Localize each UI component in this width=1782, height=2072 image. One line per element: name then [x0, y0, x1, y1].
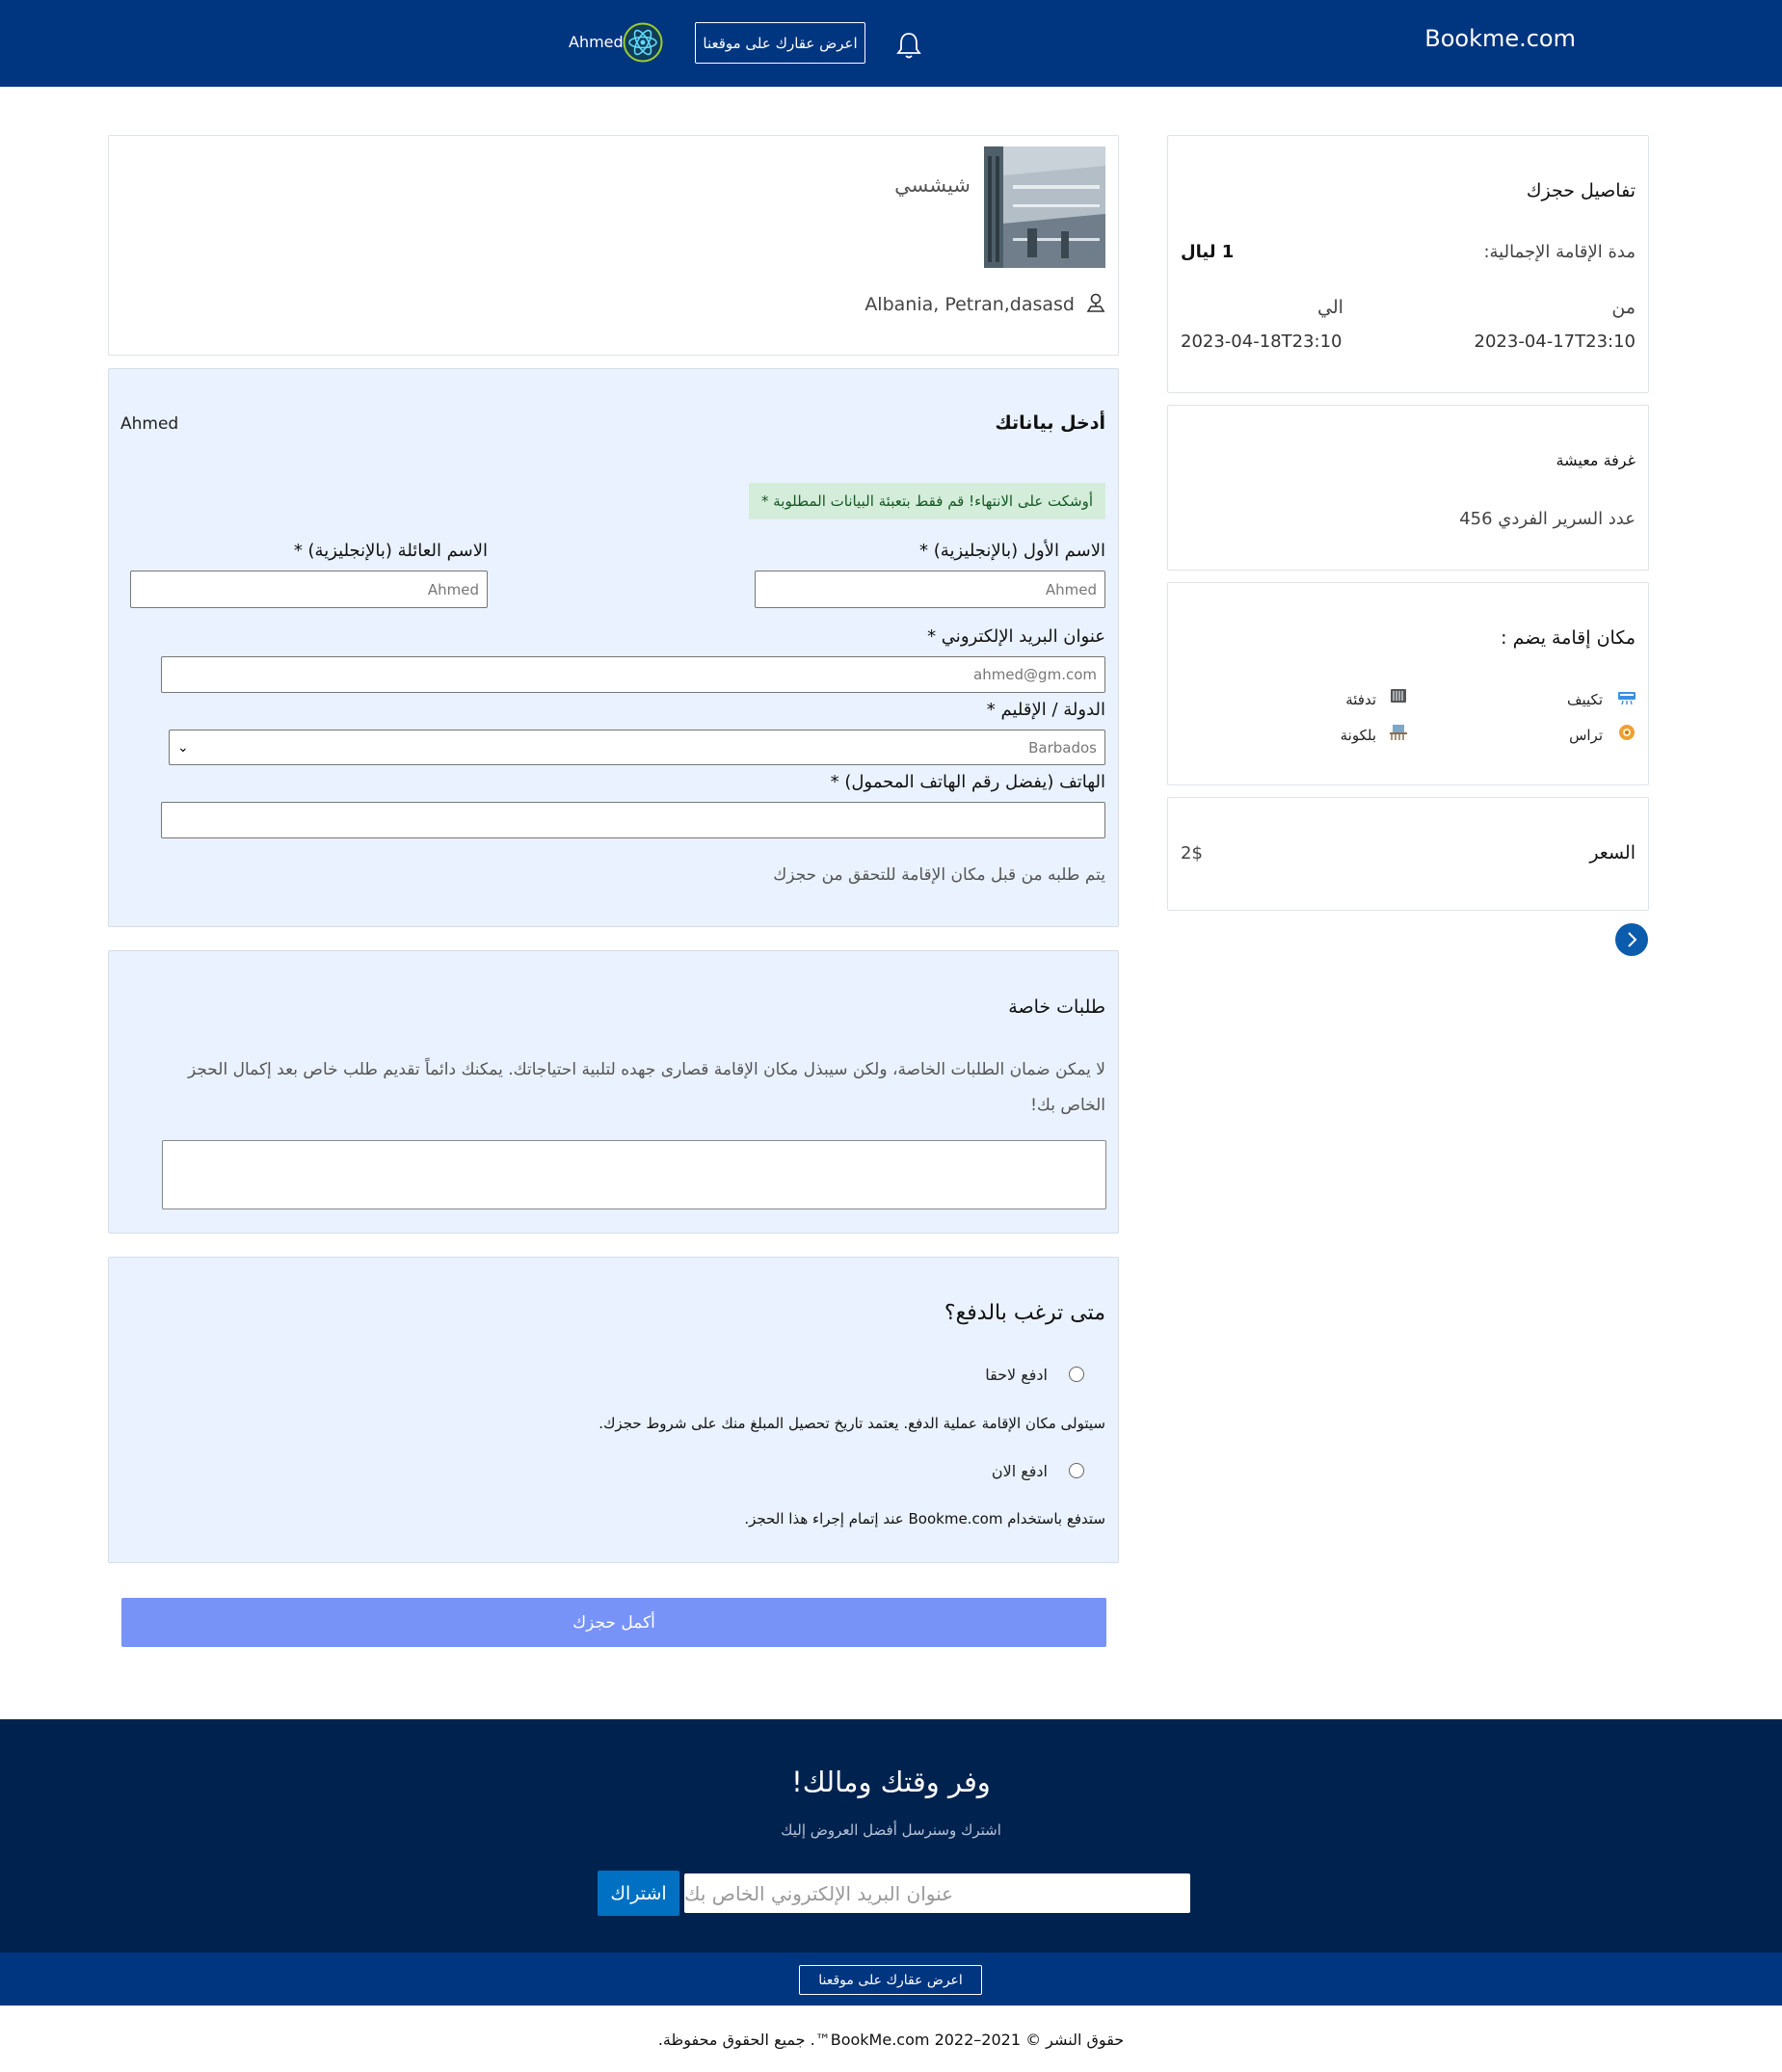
air-conditioner-icon [1618, 690, 1636, 705]
facility-label: تكييف [1566, 691, 1603, 708]
special-requests-textarea[interactable] [162, 1140, 1106, 1209]
heater-icon [1390, 688, 1407, 704]
property-address: Albania, Petran,dasasd [864, 294, 1075, 315]
property-photo [984, 146, 1105, 268]
stay-duration-value: 1 ليال [1181, 242, 1235, 262]
phone-label: الهاتف (يفضل رقم الهاتف المحمول) * [830, 772, 1105, 792]
price-label: السعر [1589, 842, 1636, 863]
next-arrow-button[interactable] [1615, 923, 1648, 956]
terrace-icon [1618, 724, 1636, 741]
payment-title: متى ترغب بالدفع؟ [944, 1301, 1105, 1325]
property-card [108, 135, 1119, 356]
facilities-card [1167, 582, 1649, 785]
footer-list-property-button[interactable]: اعرض عقارك على موقعنا [799, 1965, 982, 1995]
price-value: 2$ [1181, 843, 1203, 863]
facility-label: بلكونة [1340, 727, 1376, 744]
pay-later-note: سيتولى مكان الإقامة عملية الدفع. يعتمد ت… [598, 1415, 1105, 1432]
country-select[interactable]: ⌄ Barbados [169, 730, 1105, 765]
brand-logo[interactable]: Bookme.com [1424, 25, 1576, 52]
pay-now-note: ستدفع باستخدام Bookme.com عند إتمام إجرا… [744, 1510, 1105, 1527]
list-property-button[interactable]: اعرض عقارك على موقعنا [695, 22, 865, 64]
pay-later-label[interactable]: ادفع لاحقا [985, 1366, 1048, 1384]
first-name-input[interactable]: Ahmed [755, 571, 1105, 608]
phone-input[interactable] [161, 802, 1105, 838]
newsletter-subtitle: اشترك وسنرسل أفضل العروض إليك [781, 1821, 1001, 1839]
facilities-title: مكان إقامة يضم : [1501, 627, 1636, 649]
pay-now-label[interactable]: ادفع الان [992, 1462, 1048, 1480]
user-avatar-icon[interactable] [623, 22, 663, 63]
balcony-icon [1390, 725, 1407, 740]
facility-label: تراس [1569, 727, 1603, 744]
special-requests-text: لا يمكن ضمان الطلبات الخاصة، ولكن سيبذل … [187, 1060, 1105, 1115]
room-card [1167, 405, 1649, 571]
user-name[interactable]: Ahmed [569, 33, 624, 51]
newsletter-placeholder: عنوان البريد الإلكتروني الخاص بك [684, 1881, 954, 1905]
copyright-text: حقوق النشر © 2021–2022 BookMe.com™. جميع… [657, 2031, 1125, 2049]
check-in-value: 2023-04-17T23:10 [1474, 332, 1636, 352]
complete-booking-button[interactable]: أكمل حجزك [121, 1598, 1106, 1647]
price-card [1167, 797, 1649, 911]
chevron-right-icon [1628, 932, 1637, 947]
stay-duration-label: مدة الإقامة الإجمالية: [1483, 242, 1636, 262]
last-name-input[interactable]: Ahmed [130, 571, 488, 608]
first-name-label: الاسم الأول (بالإنجليزية) * [919, 541, 1105, 561]
check-out-label: الي [1317, 297, 1343, 318]
newsletter-title: وفر وقتك ومالك! [791, 1766, 991, 1798]
chevron-down-icon: ⌄ [177, 739, 189, 756]
check-in-label: من [1611, 297, 1636, 318]
room-title: غرفة معيشة [1556, 451, 1636, 469]
location-pin-icon [1085, 292, 1106, 313]
newsletter-email-input[interactable]: عنوان البريد الإلكتروني الخاص بك [684, 1873, 1190, 1913]
phone-note: يتم طلبه من قبل مكان الإقامة للتحقق من ح… [773, 865, 1105, 885]
subscribe-button[interactable]: اشتراك [598, 1871, 679, 1916]
facility-label: تدفئة [1345, 691, 1376, 708]
bell-icon[interactable] [894, 29, 923, 62]
booking-details-title: تفاصيل حجزك [1526, 180, 1636, 201]
details-user-name: Ahmed [120, 414, 179, 434]
bed-count: عدد السرير الفردي 456 [1459, 509, 1636, 529]
country-value: Barbados [1028, 738, 1097, 757]
pay-later-radio[interactable] [1069, 1367, 1084, 1382]
property-name: شيشسي [894, 173, 971, 197]
check-out-value: 2023-04-18T23:10 [1181, 332, 1343, 352]
pay-now-radio[interactable] [1069, 1463, 1084, 1478]
special-requests-title: طلبات خاصة [1008, 996, 1105, 1018]
email-input[interactable]: ahmed@gm.com [161, 656, 1105, 693]
email-label: عنوان البريد الإلكتروني * [927, 626, 1105, 647]
last-name-label: الاسم العائلة (بالإنجليزية) * [293, 541, 488, 561]
form-hint: أوشكت على الانتهاء! قم فقط بتعبئة البيان… [749, 483, 1105, 519]
booking-details-card [1167, 135, 1649, 393]
guest-details-form [108, 368, 1119, 927]
details-title: أدخل بياناتك [995, 412, 1105, 434]
country-label: الدولة / الإقليم * [986, 700, 1105, 720]
